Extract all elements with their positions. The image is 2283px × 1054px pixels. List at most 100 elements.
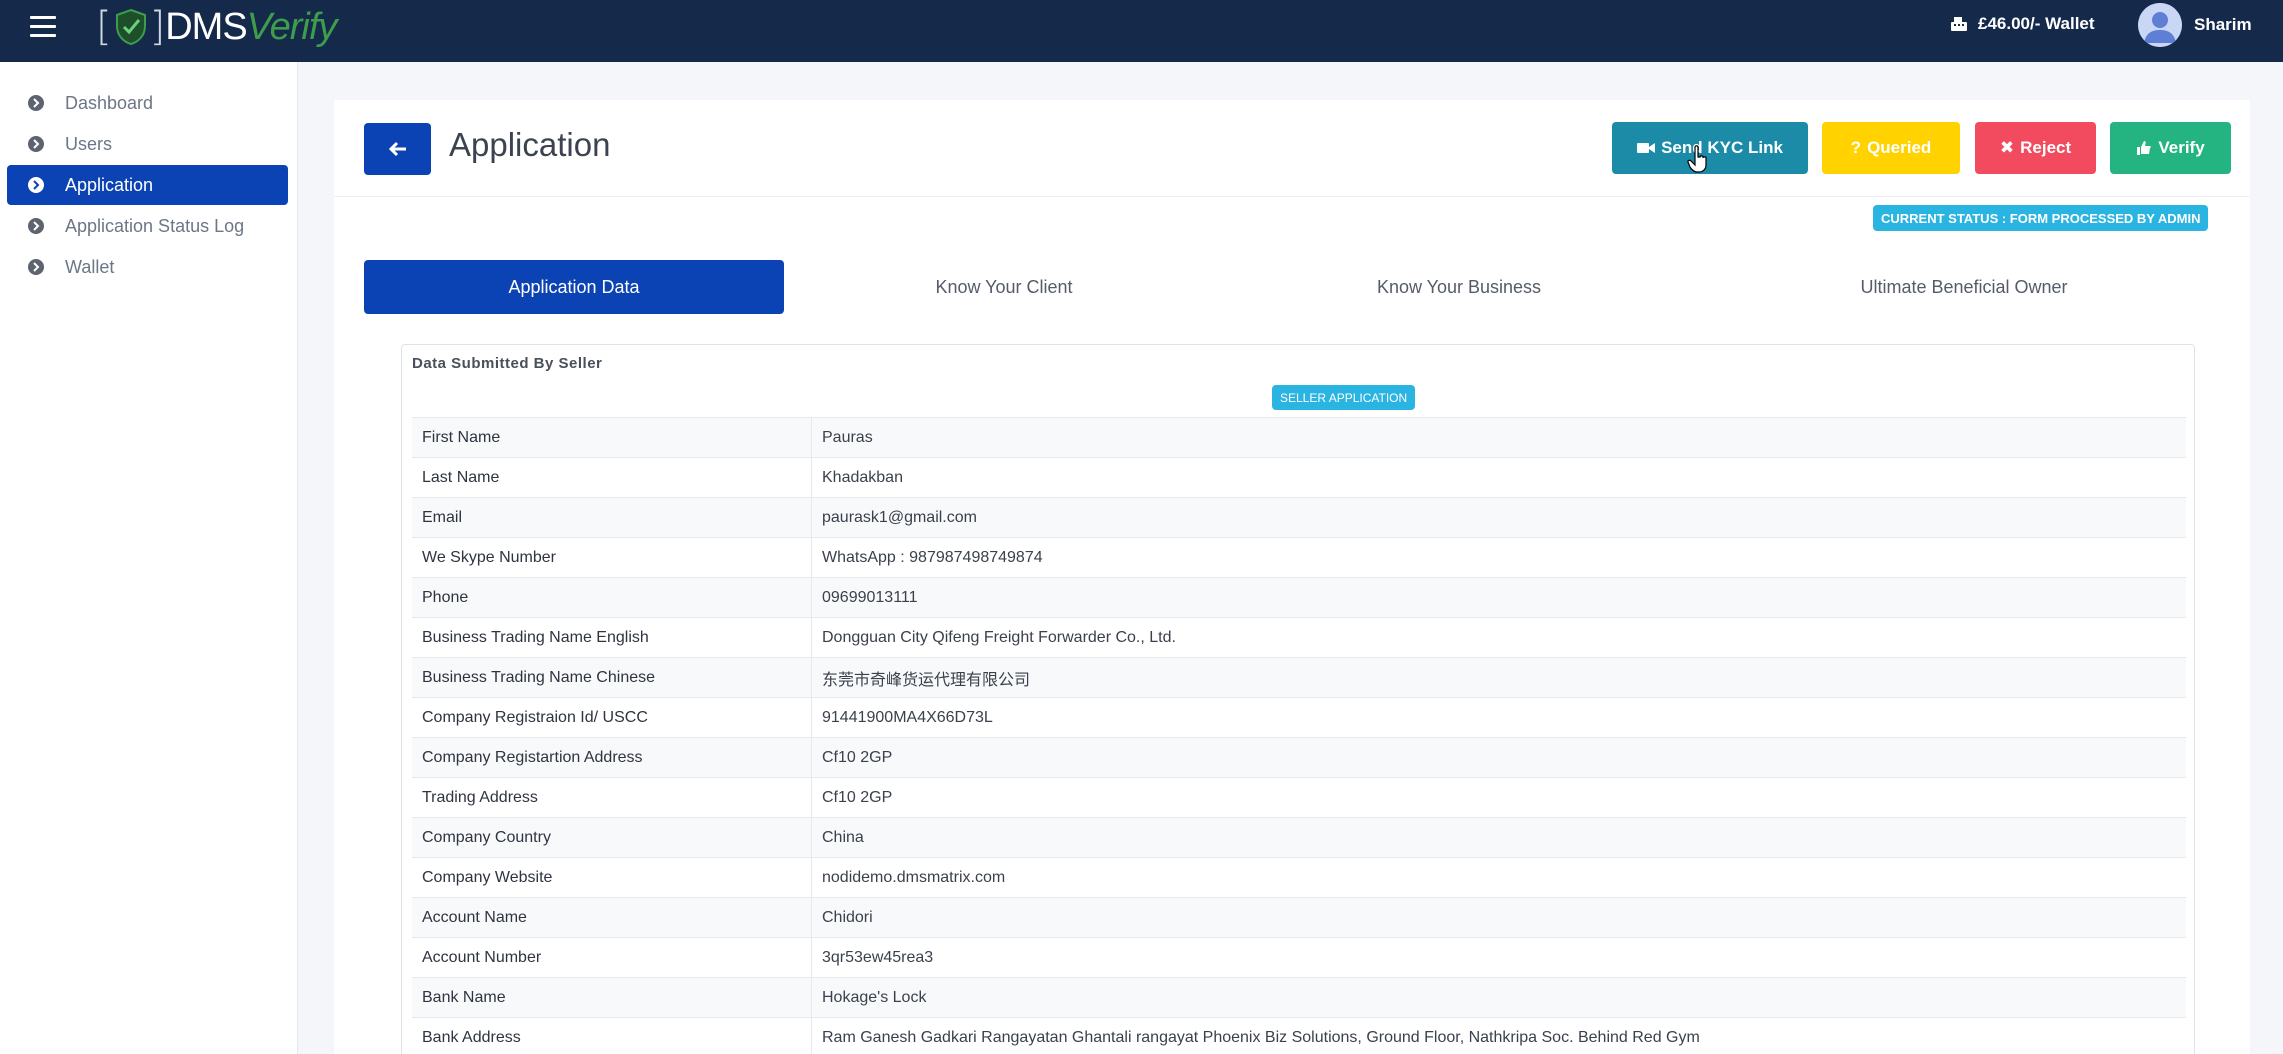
question-icon: ? <box>1850 138 1862 157</box>
table-row: Business Trading Name Chinese 东莞市奇峰货运代理有限… <box>412 657 2186 697</box>
row-label: Company Country <box>412 818 812 857</box>
table-row: Last Name Khadakban <box>412 457 2186 497</box>
queried-button[interactable]: ? Queried <box>1822 122 1960 174</box>
tab-know-your-client[interactable]: Know Your Client <box>794 260 1214 314</box>
table-row: Trading Address Cf10 2GP <box>412 777 2186 817</box>
table-row: Bank Address Ram Ganesh Gadkari Rangayata… <box>412 1017 2186 1054</box>
back-button[interactable] <box>364 123 431 175</box>
row-value: Pauras <box>822 428 873 446</box>
sidebar-item-application-status-log[interactable]: Application Status Log <box>7 206 288 246</box>
sidebar-item-dashboard[interactable]: Dashboard <box>7 83 288 123</box>
row-label: Business Trading Name Chinese <box>412 658 812 697</box>
sidebar-item-label: Dashboard <box>65 92 154 113</box>
sidebar-item-label: Application Status Log <box>65 215 245 236</box>
table-row: We Skype Number WhatsApp : 98798749874987… <box>412 537 2186 577</box>
row-label: Company Website <box>412 858 812 897</box>
seller-data-box: Data Submitted By Seller SELLER APPLICAT… <box>401 344 2195 1054</box>
row-label: First Name <box>412 418 812 457</box>
row-value: Khadakban <box>822 468 903 486</box>
table-row: Account Number 3qr53ew45rea3 <box>412 937 2186 977</box>
row-value: Cf10 2GP <box>822 748 893 766</box>
sidebar-item-label: Application <box>65 174 154 195</box>
tab-application-data[interactable]: Application Data <box>364 260 784 314</box>
wallet-text: £46.00/- Wallet <box>1978 14 2095 33</box>
row-label: Company Registraion Id/ USCC <box>412 698 812 737</box>
row-label: Bank Name <box>412 978 812 1017</box>
logo-text-dms: DMS <box>165 5 247 48</box>
app-logo[interactable]: [ ] DMS Verify <box>96 4 338 50</box>
row-value: China <box>822 828 864 846</box>
user-name: Sharim <box>2194 15 2252 34</box>
row-value: 3qr53ew45rea3 <box>822 948 934 966</box>
row-value: Dongguan City Qifeng Freight Forwarder C… <box>822 628 1176 646</box>
row-label: Account Name <box>412 898 812 937</box>
row-value: 91441900MA4X66D73L <box>822 708 993 726</box>
sidebar-item-users[interactable]: Users <box>7 124 288 164</box>
row-label: Bank Address <box>412 1018 812 1054</box>
arrow-left-icon <box>388 141 406 157</box>
logo-bracket-left: [ <box>96 4 112 50</box>
verify-label: Verify <box>2158 138 2205 157</box>
chevron-circle-right-icon <box>28 95 44 111</box>
logo-bracket-right: ] <box>149 4 166 50</box>
queried-label: Queried <box>1867 138 1932 157</box>
thumbs-up-icon <box>2137 141 2152 155</box>
row-value: WhatsApp : 987987498749874 <box>822 548 1043 566</box>
wallet-balance[interactable]: £46.00/- Wallet <box>1950 14 2095 34</box>
shield-check-icon <box>115 8 146 46</box>
row-value: Chidori <box>822 908 873 926</box>
row-label: We Skype Number <box>412 538 812 577</box>
seller-application-badge: SELLER APPLICATION <box>1272 385 1416 410</box>
row-value: 东莞市奇峰货运代理有限公司 <box>822 671 1031 689</box>
row-label: Email <box>412 498 812 537</box>
reject-button[interactable]: ✖ Reject <box>1975 122 2096 174</box>
table-row: Business Trading Name English Dongguan Ci… <box>412 617 2186 657</box>
row-label: Last Name <box>412 458 812 497</box>
verify-button[interactable]: Verify <box>2110 122 2231 174</box>
send-kyc-link-button[interactable]: Send KYC Link <box>1612 122 1808 174</box>
row-value: 09699013111 <box>822 588 918 606</box>
sidebar-item-label: Users <box>65 133 113 154</box>
row-label: Company Registartion Address <box>412 738 812 777</box>
table-row: Company Registraion Id/ USCC 91441900MA4X… <box>412 697 2186 737</box>
send-kyc-link-label: Send KYC Link <box>1661 138 1783 157</box>
chevron-circle-right-icon <box>28 259 44 275</box>
times-icon: ✖ <box>1999 138 2015 157</box>
row-value: paurask1@gmail.com <box>822 508 977 526</box>
logo-text-verify: Verify <box>246 5 338 48</box>
table-row: Account Name Chidori <box>412 897 2186 937</box>
hamburger-menu-icon[interactable] <box>30 16 56 38</box>
sidebar-item-application[interactable]: Application <box>7 165 288 205</box>
tab-know-your-business[interactable]: Know Your Business <box>1234 260 1684 314</box>
chevron-circle-right-icon <box>28 177 44 193</box>
sidebar-item-wallet[interactable]: Wallet <box>7 247 288 287</box>
card-header: Application Send KYC Link ? Queried ✖ Re… <box>334 100 2250 197</box>
row-value: Hokage's Lock <box>822 988 927 1006</box>
row-label: Trading Address <box>412 778 812 817</box>
user-avatar-icon <box>2138 3 2182 47</box>
mouse-pointer-hand-icon <box>1687 145 1707 173</box>
tab-ultimate-beneficial-owner[interactable]: Ultimate Beneficial Owner <box>1714 260 2214 314</box>
application-card: Application Send KYC Link ? Queried ✖ Re… <box>334 100 2250 1054</box>
video-camera-icon <box>1637 143 1656 153</box>
row-label: Account Number <box>412 938 812 977</box>
row-label: Business Trading Name English <box>412 618 812 657</box>
row-label: Phone <box>412 578 812 617</box>
row-value: Cf10 2GP <box>822 788 893 806</box>
sidebar-item-label: Wallet <box>65 256 115 277</box>
table-row: First Name Pauras <box>412 417 2186 457</box>
chevron-circle-right-icon <box>28 136 44 152</box>
page-title: Application <box>449 126 611 163</box>
table-row: Company Registartion Address Cf10 2GP <box>412 737 2186 777</box>
reject-label: Reject <box>2020 138 2072 157</box>
top-navbar: [ ] DMS Verify £46.00/- Wallet Sharim <box>0 0 2283 62</box>
table-row: Company Website nodidemo.dmsmatrix.com <box>412 857 2186 897</box>
row-value: Ram Ganesh Gadkari Rangayatan Ghantali r… <box>822 1028 1700 1046</box>
cash-register-icon <box>1951 17 1967 31</box>
current-status-badge: CURRENT STATUS : FORM PROCESSED BY ADMIN <box>1873 205 2209 231</box>
data-box-title: Data Submitted By Seller <box>412 355 603 372</box>
user-menu[interactable]: Sharim <box>2138 3 2252 47</box>
chevron-circle-right-icon <box>28 218 44 234</box>
table-row: Phone 09699013111 <box>412 577 2186 617</box>
sidebar: Dashboard Users Application Application … <box>0 62 298 1054</box>
